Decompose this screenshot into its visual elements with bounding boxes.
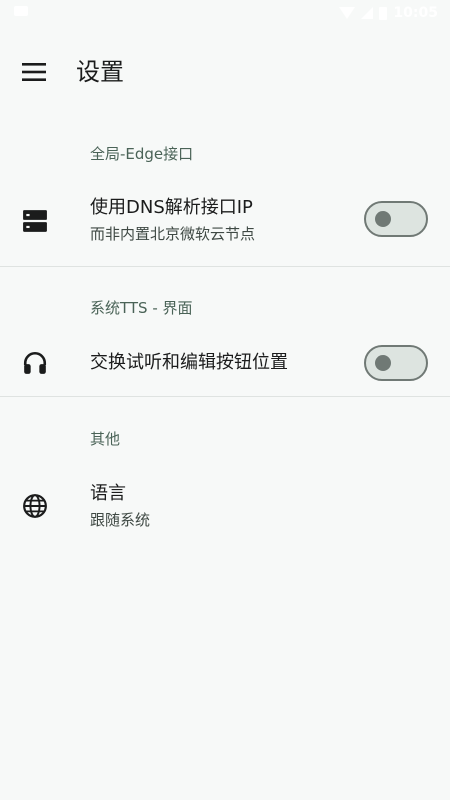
pref-swap-buttons[interactable]: 交换试听和编辑按钮位置 — [0, 334, 450, 394]
status-bar: 10:05 — [0, 0, 450, 30]
globe-icon — [23, 494, 47, 518]
section-header-other: 其他 — [90, 430, 121, 448]
top-app-bar: 设置 — [0, 44, 450, 100]
settings-screen: 10:05 设置 全局-Edge接口 使用DNS解析接口IP 而非内置北京微软云… — [0, 0, 450, 800]
notification-icon — [14, 6, 28, 16]
dns-toggle-switch[interactable] — [364, 201, 428, 237]
pref-summary: 跟随系统 — [90, 511, 151, 529]
battery-icon — [379, 6, 388, 20]
switch-thumb — [375, 211, 391, 227]
pref-title: 交换试听和编辑按钮位置 — [90, 352, 288, 373]
status-indicators: 10:05 — [339, 5, 438, 21]
signal-icon — [361, 7, 374, 19]
section-divider — [0, 266, 450, 267]
section-header-tts: 系统TTS - 界面 — [90, 299, 193, 317]
swap-buttons-toggle-switch[interactable] — [364, 345, 428, 381]
pref-summary: 而非内置北京微软云节点 — [90, 225, 256, 243]
pref-language[interactable]: 语言 跟随系统 — [0, 472, 450, 542]
pref-dns-resolve[interactable]: 使用DNS解析接口IP 而非内置北京微软云节点 — [0, 186, 450, 264]
status-time: 10:05 — [393, 5, 438, 21]
section-header-edge: 全局-Edge接口 — [90, 145, 194, 163]
headphones-icon — [23, 351, 47, 374]
section-divider — [0, 396, 450, 397]
wifi-icon — [339, 7, 356, 19]
switch-thumb — [375, 355, 391, 371]
pref-title: 使用DNS解析接口IP — [90, 197, 253, 218]
menu-icon[interactable] — [22, 61, 46, 83]
dns-server-icon — [23, 210, 47, 232]
pref-title: 语言 — [90, 483, 126, 504]
page-title: 设置 — [76, 58, 124, 86]
